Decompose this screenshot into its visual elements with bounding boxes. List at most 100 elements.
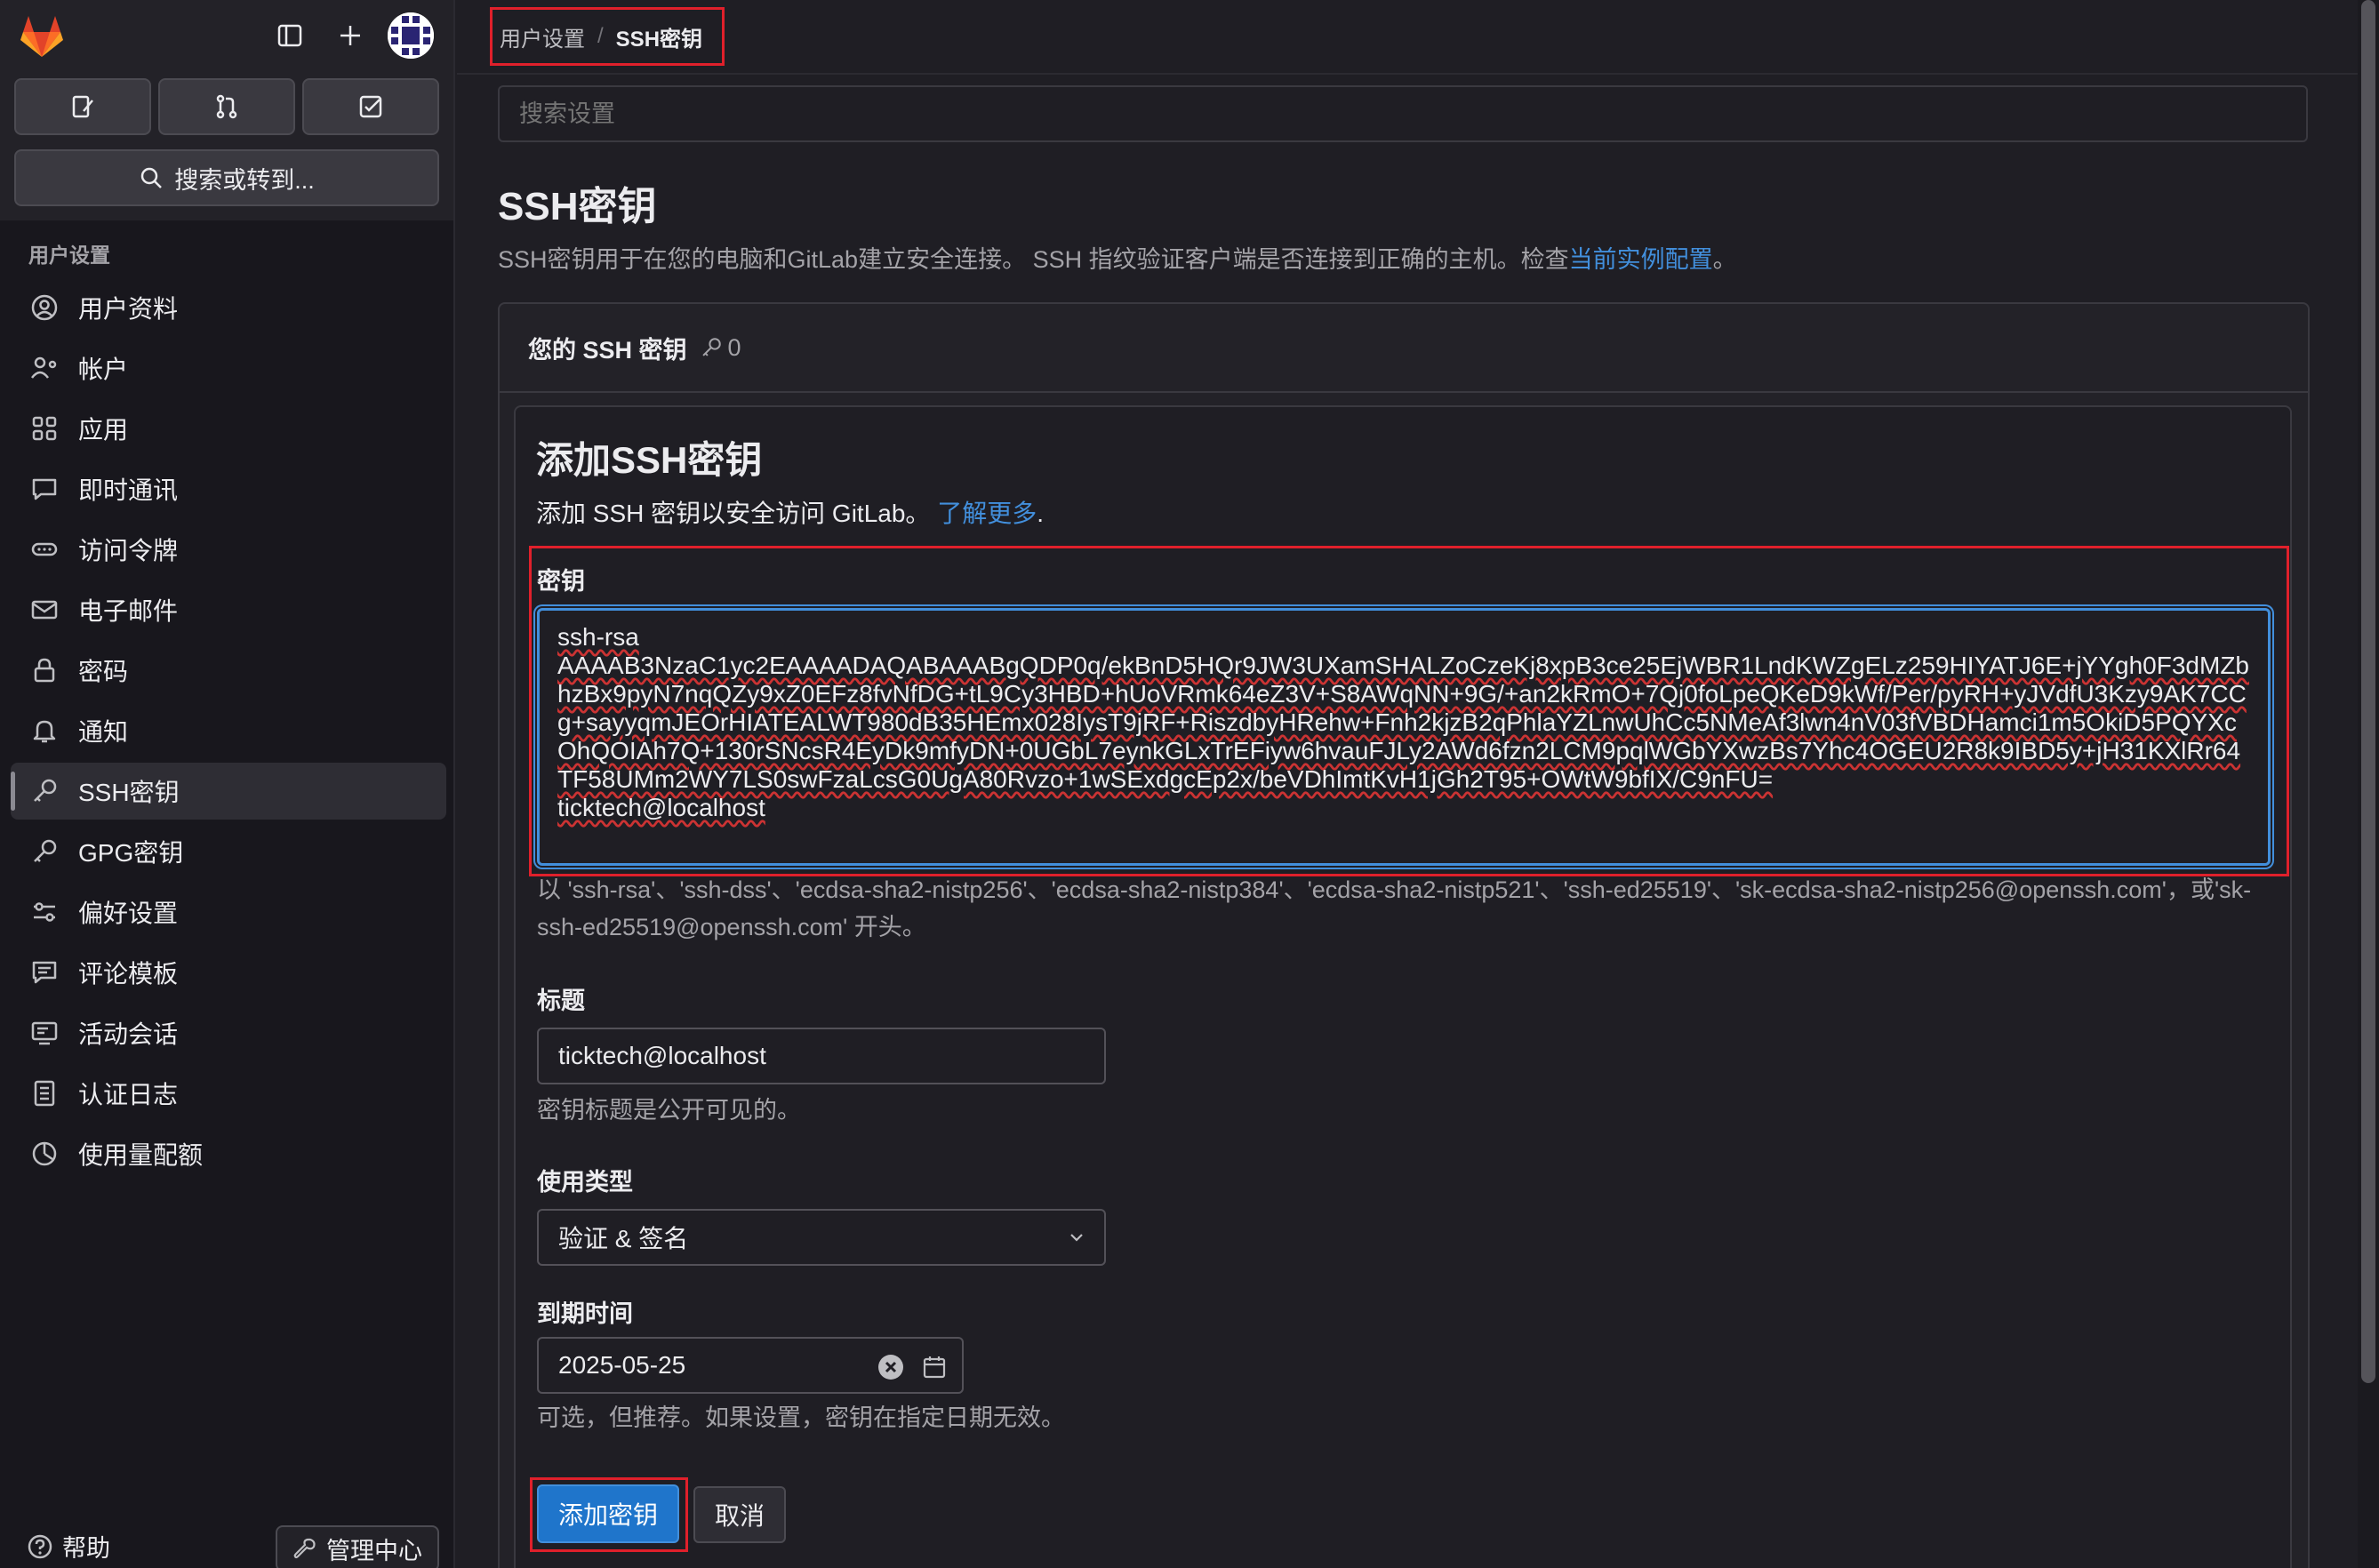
sidebar-item-label: 认证日志 [78,1081,179,1108]
comment-template-icon [28,956,60,988]
sidebar-header: 搜索或转到... [0,0,453,220]
form-description: 添加 SSH 密钥以安全访问 GitLab。 了解更多. [536,494,1044,530]
help-icon [28,1534,52,1558]
sidebar-item-access-tokens[interactable]: 访问令牌 [11,521,446,578]
plus-icon[interactable] [331,16,370,55]
sidebar-item-label: 活动会话 [78,1020,179,1048]
sidebar-item-password[interactable]: 密码 [11,642,446,699]
expiry-help-text: 可选，但推荐。如果设置，密钥在指定日期无效。 [537,1404,1065,1431]
key-textarea-value: ssh-rsa AAAAB3NzaC1yc2EAAAADAQABAAABgQDP… [557,623,2250,821]
usage-type-select[interactable]: 验证 & 签名 [537,1209,1106,1266]
sidebar-item-auth-log[interactable]: 认证日志 [11,1065,446,1122]
expiry-date-input[interactable]: 2025-05-25 [537,1337,964,1394]
title-input[interactable]: ticktech@localhost [537,1028,1106,1084]
token-icon [28,533,60,565]
apps-icon [28,412,60,444]
sidebar-item-label: 偏好设置 [78,900,179,927]
key-icon [28,836,60,868]
learn-more-link[interactable]: 了解更多 [937,500,1037,527]
breadcrumb-separator: / [597,24,604,48]
sidebar-item-label: GPG密钥 [78,839,184,867]
sidebar-item-chat[interactable]: 即时通讯 [11,460,446,517]
account-icon [28,352,60,384]
page-title: SSH密钥 [498,185,657,228]
sidebar-item-active-sessions[interactable]: 活动会话 [11,1004,446,1061]
sidebar-item-applications[interactable]: 应用 [11,400,446,457]
ssh-keys-count: 0 [700,334,741,362]
issues-icon [72,95,93,118]
search-or-goto-button[interactable]: 搜索或转到... [14,149,439,206]
scrollbar-thumb[interactable] [2361,0,2375,1383]
log-icon [28,1077,60,1109]
breadcrumb-current: SSH密钥 [615,27,703,52]
issues-button[interactable] [14,78,151,135]
sidebar-item-label: 密码 [78,658,129,685]
sidebar-item-usage-quotas[interactable]: 使用量配额 [11,1125,446,1182]
wrench-icon [293,1538,316,1559]
key-label: 密钥 [537,568,585,595]
toggle-sidebar-icon[interactable] [270,16,309,55]
sidebar-item-notifications[interactable]: 通知 [11,702,446,759]
admin-area-button[interactable]: 管理中心 [276,1525,439,1568]
page-description: SSH密钥用于在您的电脑和GitLab建立安全连接。 SSH 指纹验证客户端是否… [498,240,1737,275]
breadcrumb: 用户设置 / SSH密钥 [490,7,725,66]
ssh-keys-card-header: 您的 SSH 密钥 0 [500,304,2308,393]
cancel-button[interactable]: 取消 [693,1486,786,1543]
lock-icon [28,654,60,686]
mail-icon [28,594,60,626]
search-icon [140,167,163,188]
sidebar-item-profile[interactable]: 用户资料 [11,279,446,336]
top-bar [457,0,2358,75]
quota-icon [28,1138,60,1170]
sidebar-item-preferences[interactable]: 偏好设置 [11,884,446,940]
avatar[interactable] [388,12,434,59]
key-icon [28,775,60,807]
breadcrumb-parent-link[interactable]: 用户设置 [500,21,585,52]
search-settings-input[interactable] [498,85,2308,142]
title-label: 标题 [537,988,585,1014]
sidebar-item-label: 访问令牌 [78,537,179,564]
ssh-keys-card-title: 您的 SSH 密钥 [528,336,687,364]
preferences-icon [28,896,60,928]
sidebar-item-emails[interactable]: 电子邮件 [11,581,446,638]
title-input-value: ticktech@localhost [558,1042,766,1069]
bell-icon [28,715,60,747]
help-button[interactable]: 帮助 [27,1529,110,1564]
key-textarea[interactable]: ssh-rsa AAAAB3NzaC1yc2EAAAADAQABAAABgQDP… [537,608,2271,866]
admin-area-label: 管理中心 [326,1537,422,1564]
help-label: 帮助 [62,1535,110,1562]
todo-icon [359,95,382,118]
sidebar-item-label: 使用量配额 [78,1141,204,1169]
page-description-text: SSH密钥用于在您的电脑和GitLab建立安全连接。 SSH 指纹验证客户端是否… [498,246,1569,273]
instance-config-link[interactable]: 当前实例配置 [1569,246,1713,273]
sidebar-section-title: 用户设置 [28,244,110,267]
sidebar-item-label: 电子邮件 [78,597,179,625]
sidebar-item-label: 应用 [78,416,129,444]
sidebar-item-label: SSH密钥 [78,779,180,806]
sidebar-item-ssh-keys[interactable]: SSH密钥 [11,763,446,820]
form-title: 添加SSH密钥 [536,439,763,481]
form-description-text: 添加 SSH 密钥以安全访问 GitLab。 [536,500,931,527]
sidebar-item-label: 即时通讯 [78,476,179,504]
sidebar-item-account[interactable]: 帐户 [11,340,446,396]
sidebar-item-gpg-keys[interactable]: GPG密钥 [11,823,446,880]
merge-requests-button[interactable] [158,78,295,135]
key-help-text: 以 'ssh-rsa'、'ssh-dss'、'ecdsa-sha2-nistp2… [537,876,2252,940]
learn-more-end: . [1037,500,1044,527]
sidebar-item-label: 通知 [78,718,129,746]
search-or-goto-label: 搜索或转到... [174,166,315,194]
expiry-date-value: 2025-05-25 [558,1351,686,1379]
add-key-button[interactable]: 添加密钥 [537,1484,679,1543]
expiry-label: 到期时间 [537,1300,633,1327]
user-icon [28,292,60,324]
page-description-end: 。 [1712,246,1737,273]
gitlab-logo-icon[interactable] [16,11,68,62]
title-help-text: 密钥标题是公开可见的。 [537,1097,801,1124]
key-icon [701,338,721,356]
calendar-icon[interactable] [921,1354,948,1380]
chat-icon [28,473,60,505]
sidebar-item-comment-templates[interactable]: 评论模板 [11,944,446,1001]
todo-button[interactable] [302,78,439,135]
ssh-keys-count-value: 0 [727,333,741,361]
clear-icon[interactable] [877,1353,905,1381]
